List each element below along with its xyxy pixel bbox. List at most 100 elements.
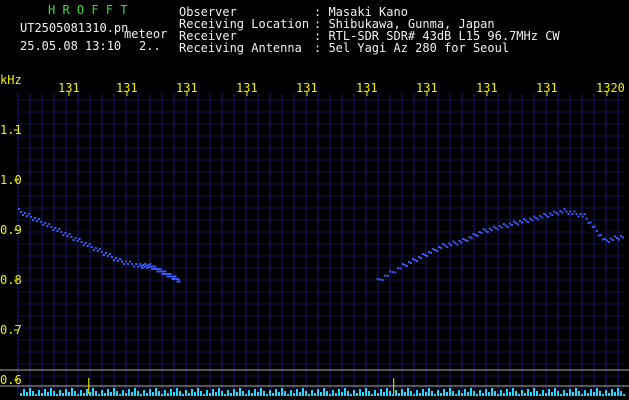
trace-point: [508, 222, 511, 225]
noise-bar: [620, 391, 622, 396]
noise-bar: [527, 389, 529, 396]
noise-bar: [347, 391, 349, 396]
noise-bar: [392, 394, 394, 396]
noise-bar: [317, 389, 319, 396]
noise-bar: [122, 390, 124, 396]
trace-point: [82, 244, 85, 246]
trace-point: [72, 239, 75, 241]
x-tick-label: 1320: [596, 81, 625, 95]
noise-bar: [113, 388, 115, 396]
noise-bar: [29, 388, 31, 396]
trace-point: [178, 280, 181, 283]
noise-bar: [416, 390, 418, 396]
noise-bar: [245, 394, 247, 396]
trace-point: [104, 252, 107, 254]
trace-point: [151, 268, 154, 270]
noise-bar: [308, 394, 310, 396]
trace-point: [167, 273, 170, 275]
trace-point: [52, 229, 55, 231]
trace-point: [613, 235, 616, 238]
trace-point: [450, 244, 453, 246]
trace-point: [399, 267, 402, 270]
trace-point: [506, 226, 509, 228]
noise-bar: [611, 389, 613, 396]
noise-bar: [173, 392, 175, 396]
noise-bar: [194, 392, 196, 396]
noise-bar: [446, 392, 448, 396]
noise-bar: [83, 393, 85, 396]
noise-bar: [494, 391, 496, 396]
noise-bar: [275, 389, 277, 396]
noise-bar: [65, 389, 67, 396]
noise-bar: [452, 391, 454, 396]
trace-point: [44, 222, 47, 224]
trace-point: [615, 237, 618, 239]
noise-bar: [374, 390, 376, 396]
noise-bar: [140, 394, 142, 396]
noise-bar: [35, 394, 37, 396]
trace-point: [22, 214, 25, 216]
trace-point: [123, 263, 126, 265]
trace-point: [149, 263, 152, 265]
noise-bar: [575, 388, 577, 396]
trace-point: [462, 238, 465, 240]
trace-point: [490, 229, 493, 231]
noise-bar: [257, 392, 259, 396]
trace-point: [407, 261, 410, 263]
trace-point: [144, 263, 147, 265]
trace-point: [422, 253, 424, 255]
noise-bar: [92, 388, 94, 396]
trace-point: [48, 223, 51, 225]
trace-point: [18, 208, 20, 210]
noise-bar: [44, 389, 46, 396]
noise-bar: [224, 394, 226, 396]
noise-bar: [41, 393, 43, 396]
noise-bar: [161, 394, 163, 396]
trace-point: [549, 212, 552, 215]
noise-bar: [356, 393, 358, 396]
trace-point: [160, 270, 163, 273]
noise-bar: [557, 391, 559, 396]
trace-point: [442, 243, 445, 245]
noise-bar: [107, 389, 109, 396]
trace-point: [569, 210, 572, 213]
noise-bar: [200, 391, 202, 396]
y-tick-label: 1.1: [0, 123, 22, 137]
trace-point: [595, 230, 598, 232]
trace-point: [110, 256, 113, 258]
trace-point: [56, 230, 59, 232]
noise-bar: [437, 390, 439, 396]
noise-bar: [461, 393, 463, 396]
trace-point: [523, 218, 525, 220]
noise-bar: [362, 392, 364, 396]
trace-point: [417, 256, 420, 258]
trace-point: [520, 221, 523, 224]
noise-bar: [512, 388, 514, 396]
noise-bar: [365, 388, 367, 396]
noise-bar: [470, 388, 472, 396]
noise-bar: [320, 392, 322, 396]
trace-point: [58, 228, 61, 230]
noise-bar: [449, 388, 451, 396]
noise-bar: [182, 394, 184, 396]
trace-point: [84, 242, 87, 244]
trace-point: [607, 241, 610, 243]
trace-point: [484, 229, 487, 232]
trace-point: [456, 243, 459, 246]
x-tick-label: 131: [356, 81, 378, 95]
noise-bar: [341, 392, 343, 396]
trace-point: [46, 225, 49, 227]
x-tick-label: 131: [176, 81, 198, 95]
noise-bar: [425, 392, 427, 396]
trace-point: [26, 215, 29, 217]
trace-point: [376, 278, 379, 280]
noise-bar: [404, 392, 406, 396]
trace-point: [142, 264, 145, 266]
trace-point: [559, 210, 562, 212]
noise-bar: [110, 392, 112, 396]
trace-point: [537, 218, 540, 221]
trace-point: [494, 227, 497, 229]
noise-bar: [560, 394, 562, 396]
noise-bar: [332, 390, 334, 396]
trace-point: [86, 245, 89, 247]
